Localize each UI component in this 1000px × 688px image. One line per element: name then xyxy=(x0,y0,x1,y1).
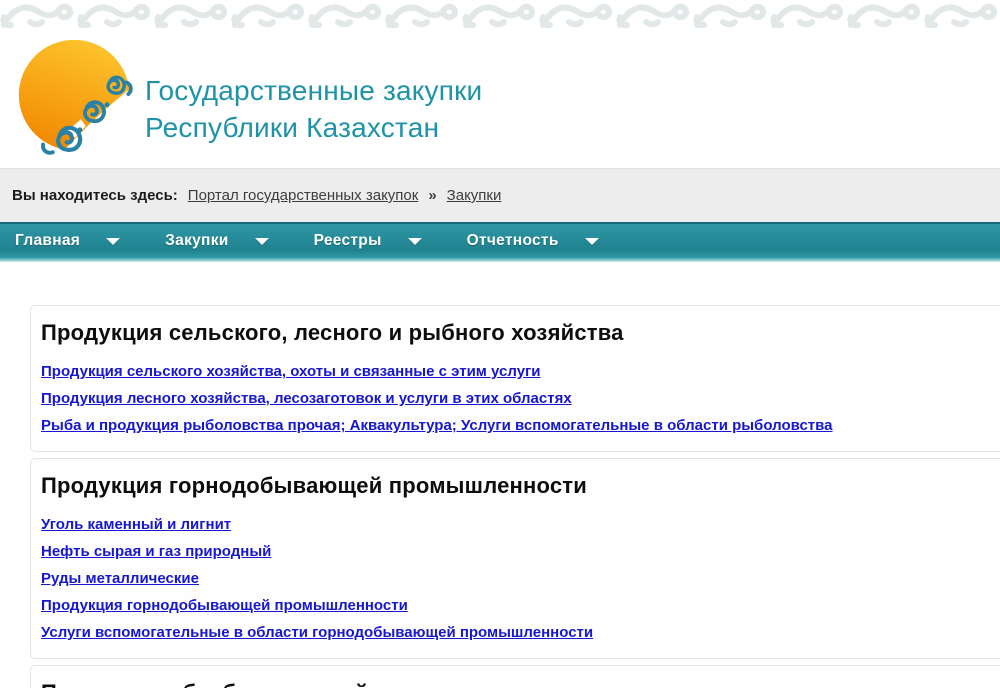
chevron-down-icon xyxy=(255,238,269,245)
category-link[interactable]: Рыба и продукция рыболовства прочая; Акв… xyxy=(41,412,833,439)
breadcrumb-label: Вы находитесь здесь: xyxy=(12,187,178,204)
category-title: Продукция горнодобывающей промышленности xyxy=(41,473,1000,499)
breadcrumb: Вы находитесь здесь: Портал государствен… xyxy=(0,168,1000,222)
nav-item-4[interactable]: Отчетность xyxy=(467,232,622,254)
nav-item-2[interactable]: Закупки xyxy=(165,232,291,254)
chevron-down-icon xyxy=(106,238,120,245)
site-title-line1: Государственные закупки xyxy=(145,72,482,109)
nav-item-label: Главная xyxy=(15,232,80,254)
category-title: Продукция обрабатывающей промышленности xyxy=(41,680,1000,688)
breadcrumb-separator: » xyxy=(428,187,436,204)
category-title: Продукция сельского, лесного и рыбного х… xyxy=(41,320,1000,346)
nav-item-label: Закупки xyxy=(165,232,228,254)
goszakup-logo-svg xyxy=(14,34,140,160)
kazakh-ornament-border xyxy=(0,0,1000,32)
category-box-1: Продукция сельского, лесного и рыбного х… xyxy=(30,305,1000,452)
nav-item-1[interactable]: Главная xyxy=(15,232,143,254)
breadcrumb-link-zakupki[interactable]: Закупки xyxy=(447,187,502,204)
nav-item-label: Реестры xyxy=(314,232,382,254)
site-header: Государственные закупки Республики Казах… xyxy=(0,32,1000,168)
page: Государственные закупки Республики Казах… xyxy=(0,0,1000,688)
breadcrumb-link-portal[interactable]: Портал государственных закупок xyxy=(188,187,419,204)
category-link[interactable]: Продукция лесного хозяйства, лесозаготов… xyxy=(41,385,572,412)
chevron-down-icon xyxy=(585,238,599,245)
nav-item-label: Отчетность xyxy=(467,232,559,254)
ornament-pattern-svg xyxy=(0,0,1000,32)
main-nav: Главная Закупки Реестры Отчетность xyxy=(0,222,1000,262)
category-box-2: Продукция горнодобывающей промышленности… xyxy=(30,458,1000,659)
content: Продукция сельского, лесного и рыбного х… xyxy=(30,305,1000,688)
goszakup-logo[interactable] xyxy=(14,34,140,160)
site-title: Государственные закупки Республики Казах… xyxy=(145,72,482,146)
category-link[interactable]: Уголь каменный и лигнит xyxy=(41,511,231,538)
nav-item-3[interactable]: Реестры xyxy=(314,232,445,254)
chevron-down-icon xyxy=(408,238,422,245)
site-title-line2: Республики Казахстан xyxy=(145,109,482,146)
category-box-3: Продукция обрабатывающей промышленности xyxy=(30,665,1000,688)
category-link[interactable]: Руды металлические xyxy=(41,565,199,592)
category-link[interactable]: Услуги вспомогательные в области горнодо… xyxy=(41,619,593,646)
category-link[interactable]: Продукция горнодобывающей промышленности xyxy=(41,592,408,619)
category-link[interactable]: Продукция сельского хозяйства, охоты и с… xyxy=(41,358,541,385)
category-link[interactable]: Нефть сырая и газ природный xyxy=(41,538,271,565)
